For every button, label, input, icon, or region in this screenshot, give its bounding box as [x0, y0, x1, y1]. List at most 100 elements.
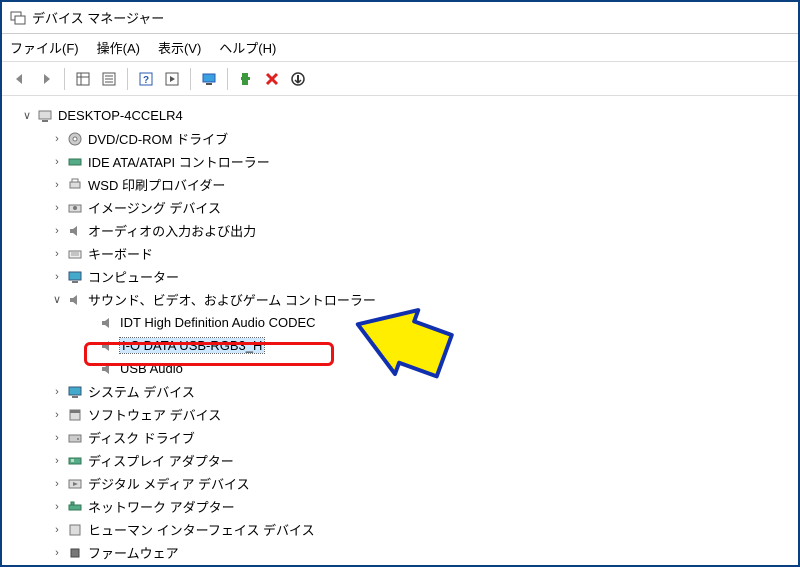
uninstall-button[interactable] — [260, 67, 284, 91]
tree-node-computer[interactable]: › コンピューター — [6, 265, 794, 288]
device-tree[interactable]: ∨ DESKTOP-4CCELR4 › DVD/CD-ROM ドライブ › ID… — [2, 96, 798, 565]
tree-node-sound-child-selected[interactable]: I-O DATA USB-RGB3_H — [6, 334, 794, 357]
tree-node-firmware[interactable]: › ファームウェア — [6, 541, 794, 564]
tree-node-dvd[interactable]: › DVD/CD-ROM ドライブ — [6, 127, 794, 150]
chevron-right-icon[interactable]: › — [50, 546, 64, 560]
tree-node-display[interactable]: › ディスプレイ アダプター — [6, 449, 794, 472]
menu-view[interactable]: 表示(V) — [158, 38, 201, 57]
chevron-right-icon[interactable]: › — [50, 224, 64, 238]
tree-node-sound[interactable]: ∨ サウンド、ビデオ、およびゲーム コントローラー — [6, 288, 794, 311]
tree-node-audio-io[interactable]: › オーディオの入力および出力 — [6, 219, 794, 242]
back-button[interactable] — [8, 67, 32, 91]
menu-bar: ファイル(F) 操作(A) 表示(V) ヘルプ(H) — [2, 34, 798, 62]
toolbar-separator — [227, 68, 228, 90]
show-hidden-button[interactable] — [71, 67, 95, 91]
app-icon — [10, 10, 26, 26]
tree-label: コンピューター — [88, 267, 179, 286]
tree-node-imaging[interactable]: › イメージング デバイス — [6, 196, 794, 219]
system-icon — [66, 383, 84, 401]
tree-label: I-O DATA USB-RGB3_H — [120, 338, 264, 353]
forward-button[interactable] — [34, 67, 58, 91]
toolbar: ? — [2, 62, 798, 96]
menu-file[interactable]: ファイル(F) — [10, 38, 79, 57]
chevron-down-icon[interactable]: ∨ — [50, 293, 64, 307]
speaker-icon — [98, 337, 116, 355]
chevron-right-icon[interactable]: › — [50, 500, 64, 514]
display-adapter-icon — [66, 452, 84, 470]
window-title: デバイス マネージャー — [32, 8, 164, 27]
controller-icon — [66, 153, 84, 171]
update-driver-button[interactable] — [234, 67, 258, 91]
tree-label: ディスプレイ アダプター — [88, 451, 234, 470]
hid-icon — [66, 521, 84, 539]
tree-label: ディスク ドライブ — [88, 428, 195, 447]
title-bar: デバイス マネージャー — [2, 2, 798, 34]
tree-label: DVD/CD-ROM ドライブ — [88, 129, 228, 148]
tree-label: ソフトウェア デバイス — [88, 405, 221, 424]
menu-action[interactable]: 操作(A) — [97, 38, 140, 57]
tree-node-network[interactable]: › ネットワーク アダプター — [6, 495, 794, 518]
menu-help[interactable]: ヘルプ(H) — [219, 38, 276, 57]
tree-root-node[interactable]: ∨ DESKTOP-4CCELR4 — [6, 104, 794, 127]
speaker-icon — [98, 314, 116, 332]
speaker-icon — [98, 360, 116, 378]
tree-node-keyboard[interactable]: › キーボード — [6, 242, 794, 265]
properties-button[interactable] — [97, 67, 121, 91]
camera-icon — [66, 199, 84, 217]
chevron-right-icon[interactable]: › — [50, 385, 64, 399]
monitor-icon — [66, 268, 84, 286]
tree-node-disk[interactable]: › ディスク ドライブ — [6, 426, 794, 449]
tree-node-sound-child[interactable]: USB Audio — [6, 357, 794, 380]
tree-label: キーボード — [88, 244, 153, 263]
media-icon — [66, 475, 84, 493]
tree-node-hid[interactable]: › ヒューマン インターフェイス デバイス — [6, 518, 794, 541]
disable-button[interactable] — [286, 67, 310, 91]
tree-node-digital-media[interactable]: › デジタル メディア デバイス — [6, 472, 794, 495]
chevron-right-icon[interactable]: › — [50, 155, 64, 169]
tree-label: IDE ATA/ATAPI コントローラー — [88, 152, 270, 171]
chevron-right-icon[interactable]: › — [50, 247, 64, 261]
chevron-right-icon[interactable]: › — [50, 270, 64, 284]
tree-node-sound-child[interactable]: IDT High Definition Audio CODEC — [6, 311, 794, 334]
tree-node-system[interactable]: › システム デバイス — [6, 380, 794, 403]
tree-label: USB Audio — [120, 361, 183, 376]
computer-icon — [36, 107, 54, 125]
chevron-right-icon[interactable]: › — [50, 454, 64, 468]
tree-node-wsd[interactable]: › WSD 印刷プロバイダー — [6, 173, 794, 196]
tree-label: ネットワーク アダプター — [88, 497, 235, 516]
tree-label: イメージング デバイス — [88, 198, 221, 217]
chevron-right-icon[interactable]: › — [50, 132, 64, 146]
speaker-icon — [66, 222, 84, 240]
speaker-icon — [66, 291, 84, 309]
toolbar-separator — [190, 68, 191, 90]
chevron-right-icon[interactable]: › — [50, 408, 64, 422]
disk-icon — [66, 429, 84, 447]
chevron-right-icon[interactable]: › — [50, 201, 64, 215]
action-button[interactable] — [160, 67, 184, 91]
disc-icon — [66, 130, 84, 148]
software-icon — [66, 406, 84, 424]
network-icon — [66, 498, 84, 516]
tree-label: オーディオの入力および出力 — [88, 221, 256, 240]
tree-label: システム デバイス — [88, 382, 195, 401]
tree-node-software[interactable]: › ソフトウェア デバイス — [6, 403, 794, 426]
tree-label: サウンド、ビデオ、およびゲーム コントローラー — [88, 290, 376, 309]
chevron-right-icon[interactable]: › — [50, 523, 64, 537]
keyboard-icon — [66, 245, 84, 263]
chevron-down-icon[interactable]: ∨ — [20, 109, 34, 123]
chip-icon — [66, 544, 84, 562]
chevron-right-icon[interactable]: › — [50, 431, 64, 445]
tree-label: デジタル メディア デバイス — [88, 474, 250, 493]
tree-label: WSD 印刷プロバイダー — [88, 175, 225, 194]
scan-button[interactable] — [197, 67, 221, 91]
tree-label: ファームウェア — [88, 543, 179, 562]
help-button[interactable]: ? — [134, 67, 158, 91]
toolbar-separator — [64, 68, 65, 90]
tree-root-label: DESKTOP-4CCELR4 — [58, 108, 183, 123]
printer-icon — [66, 176, 84, 194]
svg-text:?: ? — [143, 75, 149, 86]
tree-label: IDT High Definition Audio CODEC — [120, 315, 316, 330]
chevron-right-icon[interactable]: › — [50, 178, 64, 192]
tree-node-ide[interactable]: › IDE ATA/ATAPI コントローラー — [6, 150, 794, 173]
chevron-right-icon[interactable]: › — [50, 477, 64, 491]
